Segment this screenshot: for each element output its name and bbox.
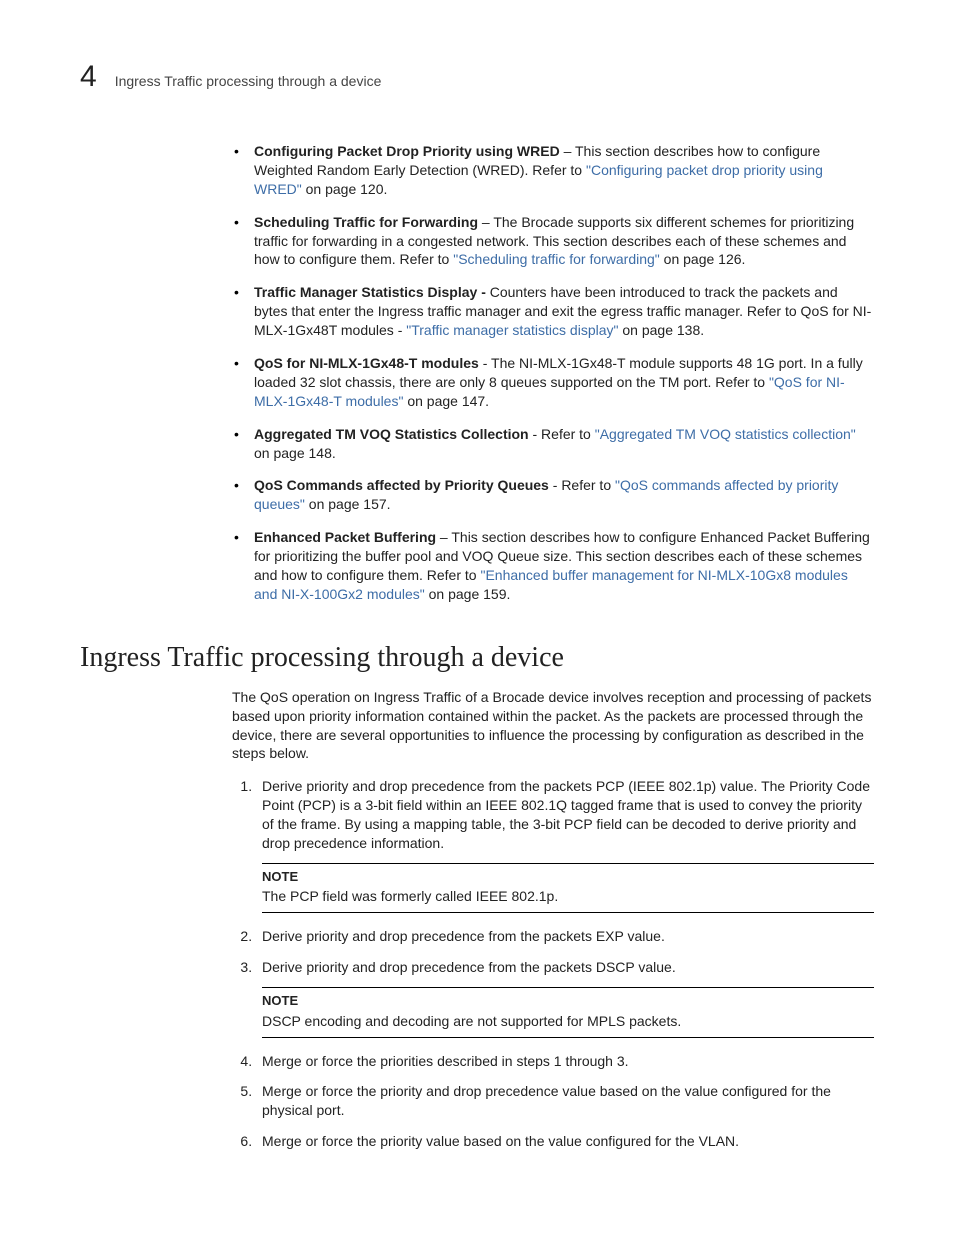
bullet-tail: on page 138. — [619, 322, 705, 338]
bullet-tail: on page 120. — [302, 181, 388, 197]
note-body: The PCP field was formerly called IEEE 8… — [262, 887, 874, 906]
bullet-text: Refer to — [541, 426, 595, 442]
section-body: The QoS operation on Ingress Traffic of … — [232, 688, 874, 1151]
step-item: Derive priority and drop precedence from… — [256, 927, 874, 946]
step-item: Derive priority and drop precedence from… — [256, 958, 874, 1037]
note-body: DSCP encoding and decoding are not suppo… — [262, 1012, 874, 1031]
step-item: Derive priority and drop precedence from… — [256, 777, 874, 913]
bullet-title: Configuring Packet Drop Priority using W… — [254, 143, 560, 159]
note-block: NOTE DSCP encoding and decoding are not … — [262, 987, 874, 1037]
bullet-text: Refer to — [561, 477, 615, 493]
cross-reference-link[interactable]: "Traffic manager statistics display" — [406, 322, 618, 338]
bullet-title: QoS for NI-MLX-1Gx48-T modules — [254, 355, 479, 371]
note-title: NOTE — [262, 992, 874, 1010]
list-item: Traffic Manager Statistics Display - Cou… — [232, 283, 874, 340]
step-text: Derive priority and drop precedence from… — [262, 928, 665, 944]
bullet-tail: on page 126. — [660, 251, 746, 267]
bullet-tail: on page 159. — [425, 586, 511, 602]
bullet-title: Traffic Manager Statistics Display - — [254, 284, 486, 300]
step-text: Derive priority and drop precedence from… — [262, 778, 870, 851]
bullet-title: QoS Commands affected by Priority Queues — [254, 477, 549, 493]
cross-reference-link[interactable]: "Aggregated TM VOQ statistics collection… — [595, 426, 856, 442]
list-item: Enhanced Packet Buffering – This section… — [232, 528, 874, 604]
document-page: 4 Ingress Traffic processing through a d… — [0, 0, 954, 1235]
note-block: NOTE The PCP field was formerly called I… — [262, 863, 874, 913]
bullet-sep: - — [549, 477, 561, 493]
bullet-title: Enhanced Packet Buffering — [254, 529, 436, 545]
bullet-sep: – — [436, 529, 451, 545]
chapter-number: 4 — [80, 60, 97, 94]
list-item: Scheduling Traffic for Forwarding – The … — [232, 213, 874, 270]
step-text: Derive priority and drop precedence from… — [262, 959, 676, 975]
header-title: Ingress Traffic processing through a dev… — [115, 73, 382, 89]
bullet-tail: on page 148. — [254, 445, 336, 461]
step-item: Merge or force the priority and drop pre… — [256, 1082, 874, 1120]
list-item: QoS Commands affected by Priority Queues… — [232, 476, 874, 514]
bullet-sep: - — [529, 426, 541, 442]
bullet-title: Aggregated TM VOQ Statistics Collection — [254, 426, 529, 442]
list-item: QoS for NI-MLX-1Gx48-T modules - The NI-… — [232, 354, 874, 411]
step-text: Merge or force the priority and drop pre… — [262, 1083, 831, 1118]
bullet-sep: – — [560, 143, 575, 159]
step-item: Merge or force the priorities described … — [256, 1052, 874, 1071]
page-header: 4 Ingress Traffic processing through a d… — [80, 60, 874, 94]
step-item: Merge or force the priority value based … — [256, 1132, 874, 1151]
list-item: Aggregated TM VOQ Statistics Collection … — [232, 425, 874, 463]
bullet-tail: on page 157. — [305, 496, 391, 512]
section-heading: Ingress Traffic processing through a dev… — [80, 642, 874, 674]
bullet-title: Scheduling Traffic for Forwarding — [254, 214, 478, 230]
note-title: NOTE — [262, 868, 874, 886]
list-item: Configuring Packet Drop Priority using W… — [232, 142, 874, 199]
step-text: Merge or force the priority value based … — [262, 1133, 739, 1149]
cross-reference-link[interactable]: "Scheduling traffic for forwarding" — [453, 251, 660, 267]
bullet-sep: - — [479, 355, 491, 371]
step-text: Merge or force the priorities described … — [262, 1053, 629, 1069]
bullet-sep: – — [478, 214, 493, 230]
steps-list: Derive priority and drop precedence from… — [232, 777, 874, 1151]
bullet-list: Configuring Packet Drop Priority using W… — [232, 142, 874, 604]
intro-paragraph: The QoS operation on Ingress Traffic of … — [232, 688, 874, 764]
bullet-tail: on page 147. — [403, 393, 489, 409]
bullet-section: Configuring Packet Drop Priority using W… — [232, 142, 874, 604]
